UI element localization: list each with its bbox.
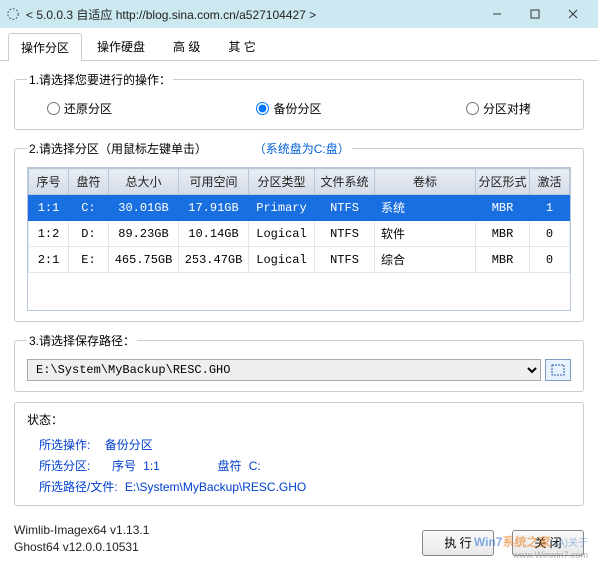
column-header[interactable]: 总大小 <box>109 169 179 195</box>
tab-partition[interactable]: 操作分区 <box>8 33 82 61</box>
system-disk-hint: （系统盘为C:盘） <box>254 142 350 156</box>
tab-bar: 操作分区 操作硬盘 高 级 其 它 <box>0 28 598 61</box>
column-header[interactable]: 序号 <box>29 169 69 195</box>
close-button[interactable] <box>554 2 592 26</box>
path-legend: 3.请选择保存路径： <box>27 332 137 349</box>
version-info: Wimlib-Imagex64 v1.13.1 Ghost64 v12.0.0.… <box>14 522 422 556</box>
execute-button[interactable]: 执 行 <box>422 530 494 556</box>
column-header[interactable]: 盘符 <box>69 169 109 195</box>
status-group: 状态： 所选操作: 备份分区 所选分区: 序号 1:1 盘符 C: 所选路径/文… <box>14 402 584 506</box>
partition-group: 2.请选择分区（用鼠标左键单击） （系统盘为C:盘） 序号盘符总大小可用空间分区… <box>14 140 584 322</box>
table-row[interactable]: 1:1C:30.01GB17.91GBPrimaryNTFS系统MBR1 <box>29 195 570 221</box>
status-operation: 所选操作: 备份分区 <box>27 434 571 455</box>
column-header[interactable]: 分区形式 <box>476 169 530 195</box>
table-row[interactable]: 1:2D:89.23GB10.14GBLogicalNTFS软件MBR0 <box>29 221 570 247</box>
window-title: < 5.0.0.3 自适应 http://blog.sina.com.cn/a5… <box>26 6 478 23</box>
minimize-button[interactable] <box>478 2 516 26</box>
status-partition: 所选分区: 序号 1:1 盘符 C: <box>27 455 571 476</box>
operation-group: 1.请选择您要进行的操作： 还原分区 备份分区 分区对拷 <box>14 71 584 130</box>
footer: Wimlib-Imagex64 v1.13.1 Ghost64 v12.0.0.… <box>0 516 598 566</box>
path-group: 3.请选择保存路径： E:\System\MyBackup\RESC.GHO <box>14 332 584 392</box>
partition-legend: 2.请选择分区（用鼠标左键单击） （系统盘为C:盘） <box>27 140 352 157</box>
radio-backup[interactable]: 备份分区 <box>256 100 321 117</box>
title-bar: < 5.0.0.3 自适应 http://blog.sina.com.cn/a5… <box>0 0 598 28</box>
column-header[interactable]: 文件系统 <box>315 169 375 195</box>
column-header[interactable]: 分区类型 <box>249 169 315 195</box>
radio-restore[interactable]: 还原分区 <box>47 100 112 117</box>
tab-advanced[interactable]: 高 级 <box>160 32 213 60</box>
app-icon <box>6 7 20 21</box>
browse-icon <box>551 364 565 376</box>
tab-other[interactable]: 其 它 <box>215 32 268 60</box>
status-label: 状态： <box>27 411 571 428</box>
status-path: 所选路径/文件: E:\System\MyBackup\RESC.GHO <box>27 476 571 497</box>
column-header[interactable]: 激活 <box>530 169 570 195</box>
table-row[interactable]: 2:1E:465.75GB253.47GBLogicalNTFS综合MBR0 <box>29 247 570 273</box>
close-app-button[interactable]: 关 闭 <box>512 530 584 556</box>
maximize-button[interactable] <box>516 2 554 26</box>
browse-button[interactable] <box>545 359 571 381</box>
radio-clone[interactable]: 分区对拷 <box>466 100 531 117</box>
path-select[interactable]: E:\System\MyBackup\RESC.GHO <box>27 359 541 381</box>
column-header[interactable]: 可用空间 <box>179 169 249 195</box>
operation-legend: 1.请选择您要进行的操作： <box>27 71 173 88</box>
column-header[interactable]: 卷标 <box>375 169 476 195</box>
tab-disk[interactable]: 操作硬盘 <box>84 32 158 60</box>
partition-table[interactable]: 序号盘符总大小可用空间分区类型文件系统卷标分区形式激活 1:1C:30.01GB… <box>27 167 571 311</box>
